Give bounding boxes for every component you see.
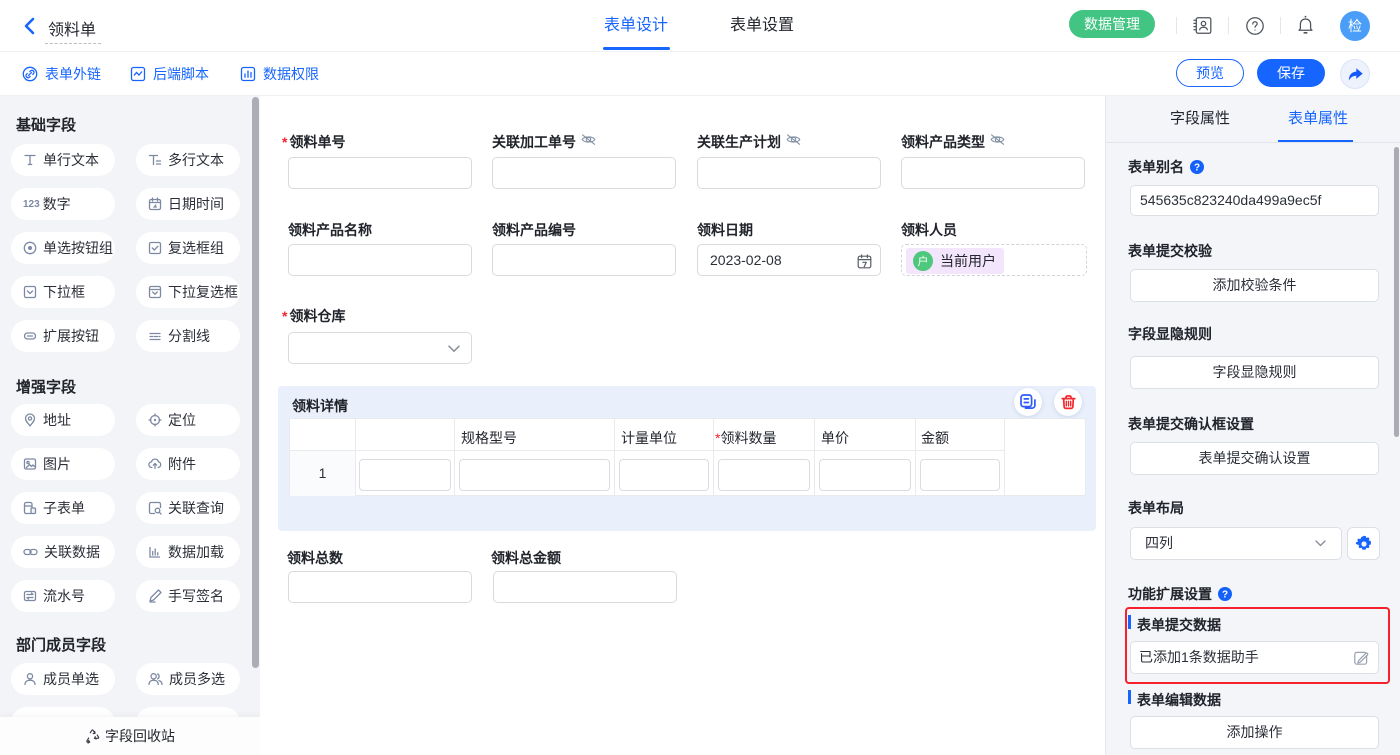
- svg-text:?: ?: [1194, 163, 1200, 174]
- svg-text:?: ?: [1222, 590, 1228, 601]
